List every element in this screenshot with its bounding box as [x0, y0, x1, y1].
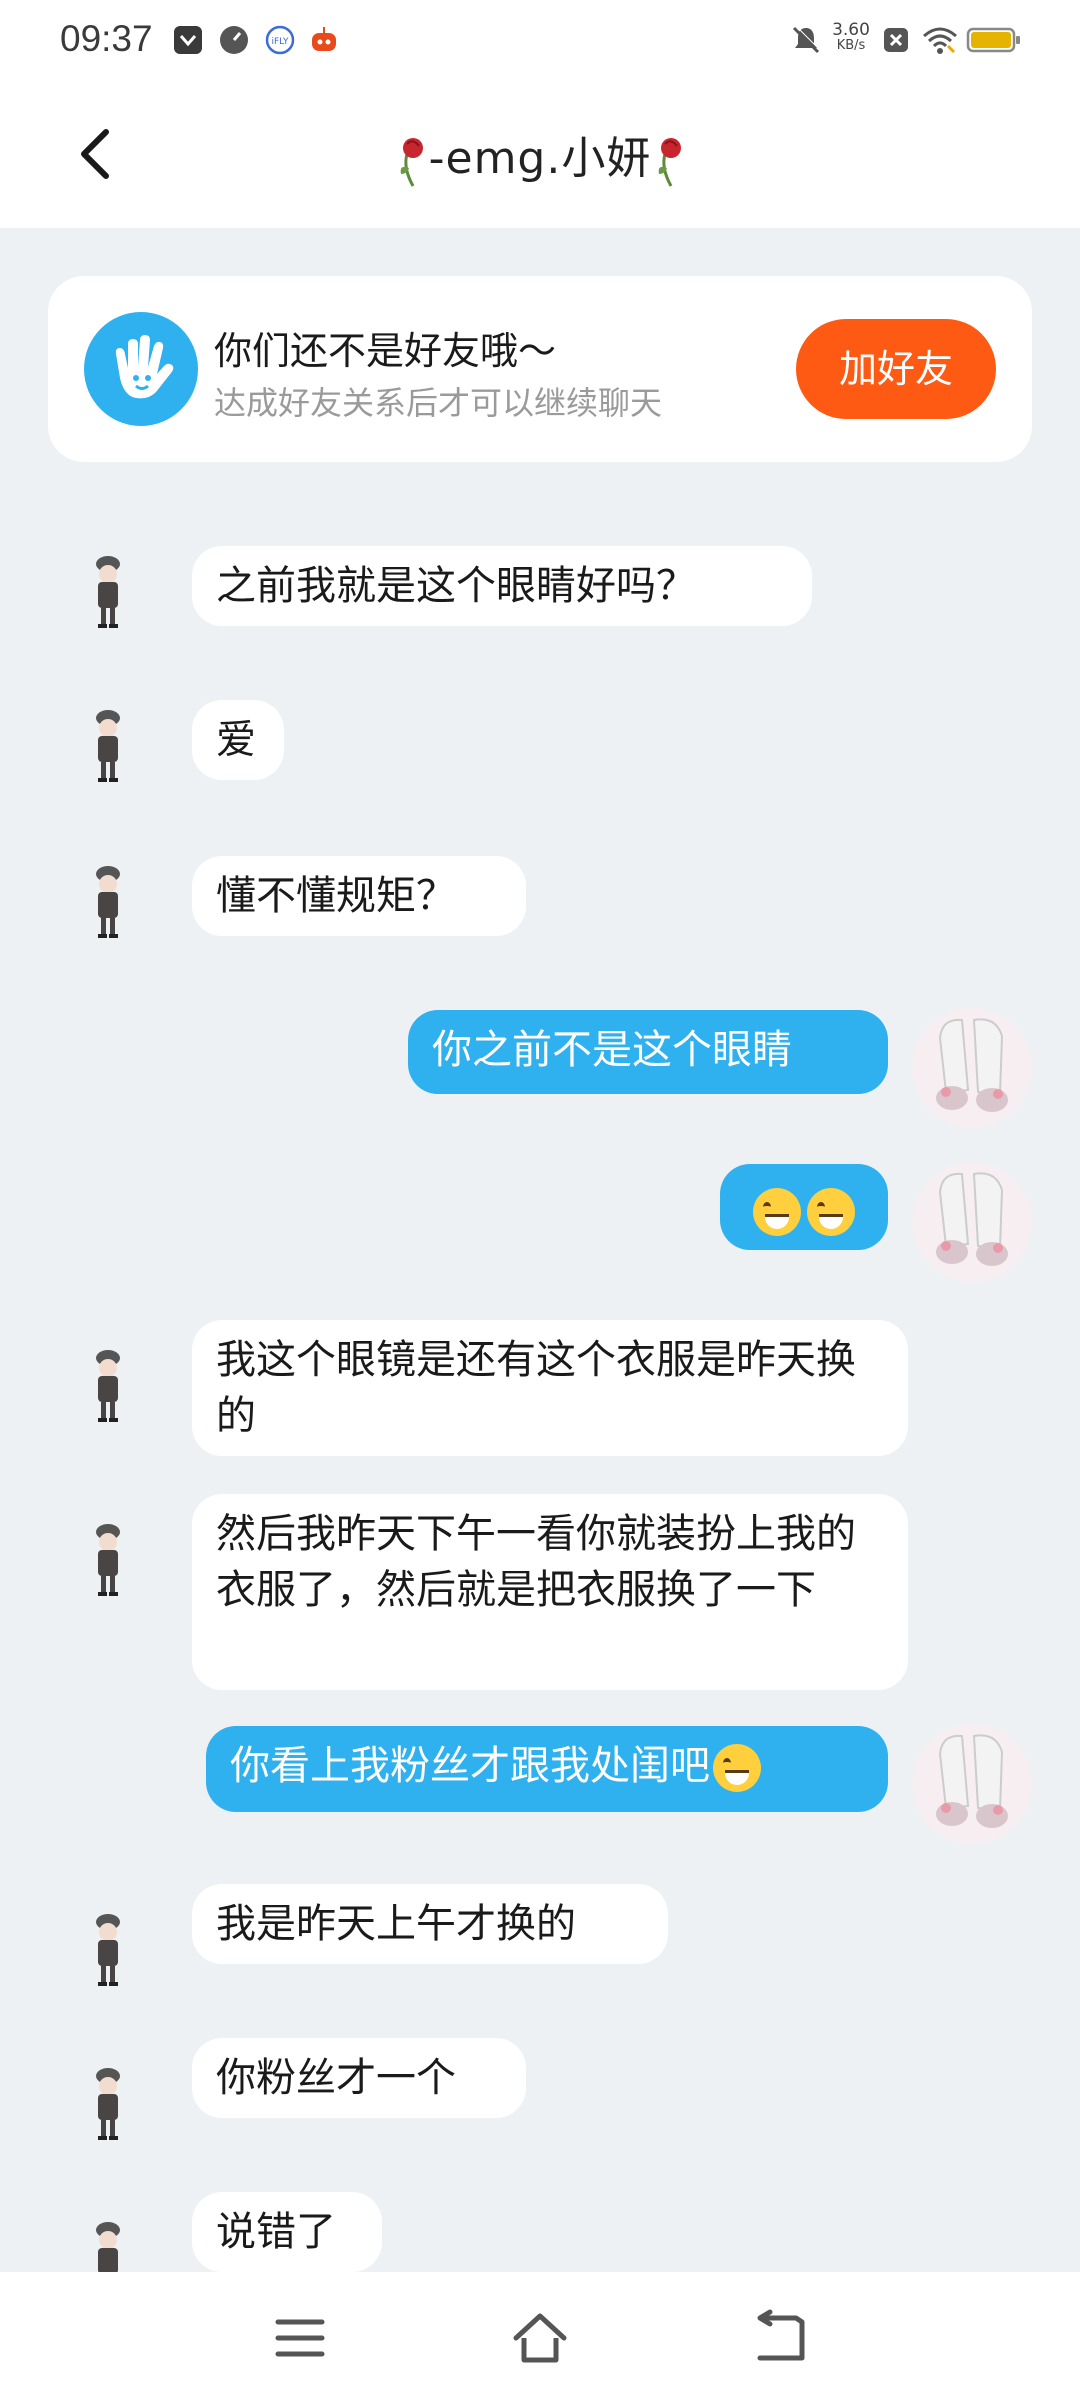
compass-icon — [220, 26, 248, 54]
message-row-incoming: 你粉丝才一个 — [0, 2038, 1080, 2148]
message-row-incoming: 我是昨天上午才换的 — [0, 1884, 1080, 1994]
chat-title-text: -emg.小妍 — [428, 133, 652, 184]
network-speed-unit: KB/s — [836, 38, 866, 53]
status-bar: 09:37 iFLY 3.60 KB/s — [0, 0, 1080, 80]
outgoing-bubble[interactable]: 你看上我粉丝才跟我处闺吧 — [206, 1726, 888, 1812]
grinning-sweat-emoji — [713, 1744, 761, 1792]
outgoing-emoji-bubble[interactable] — [720, 1164, 888, 1250]
network-speed-value: 3.60 — [832, 20, 870, 40]
wilted-rose-icon — [400, 138, 423, 187]
my-avatar[interactable] — [912, 1724, 1032, 1844]
grinning-sweat-emoji — [807, 1188, 855, 1236]
contact-avatar[interactable] — [62, 2210, 154, 2272]
incoming-bubble[interactable]: 我是昨天上午才换的 — [192, 1884, 668, 1964]
not-friend-banner: 你们还不是好友哦～ 达成好友关系后才可以继续聊天 加好友 — [48, 276, 1032, 462]
battery-icon — [966, 27, 1020, 53]
mute-icon — [792, 25, 821, 54]
network-speed: 3.60 KB/s — [830, 22, 872, 54]
add-friend-button[interactable]: 加好友 — [796, 319, 996, 419]
incoming-bubble[interactable]: 我这个眼镜是还有这个衣服是昨天换的 — [192, 1320, 908, 1456]
contact-avatar[interactable] — [62, 1512, 154, 1604]
message-row-outgoing: 你之前不是这个眼睛 — [0, 1008, 1080, 1130]
app-icon — [174, 26, 202, 54]
incoming-bubble[interactable]: 爱 — [192, 700, 284, 780]
contact-avatar[interactable] — [62, 1338, 154, 1430]
status-time: 09:37 — [60, 18, 153, 59]
menu-icon[interactable] — [270, 2308, 330, 2368]
wave-hand-icon — [84, 312, 198, 426]
message-row-incoming: 我这个眼镜是还有这个衣服是昨天换的 — [0, 1320, 1080, 1460]
banner-title: 你们还不是好友哦～ — [214, 329, 557, 373]
incoming-bubble[interactable]: 然后我昨天下午一看你就装扮上我的衣服了，然后就是把衣服换了一下 — [192, 1494, 908, 1690]
svg-text:iFLY: iFLY — [272, 37, 289, 47]
contact-avatar[interactable] — [62, 1902, 154, 1994]
message-row-outgoing — [0, 1162, 1080, 1284]
message-row-outgoing: 你看上我粉丝才跟我处闺吧 — [0, 1724, 1080, 1846]
wifi-icon — [923, 27, 957, 54]
my-avatar[interactable] — [912, 1008, 1032, 1128]
chat-title: -emg.小妍 — [0, 122, 1080, 188]
home-icon[interactable] — [510, 2308, 570, 2368]
outgoing-bubble[interactable]: 你之前不是这个眼睛 — [408, 1010, 888, 1094]
incoming-bubble[interactable]: 说错了 — [192, 2192, 382, 2272]
message-row-incoming: 之前我就是这个眼睛好吗？ — [0, 544, 1080, 636]
message-row-incoming: 懂不懂规矩？ — [0, 854, 1080, 946]
message-row-incoming: 然后我昨天下午一看你就装扮上我的衣服了，然后就是把衣服换了一下 — [0, 1494, 1080, 1690]
message-row-incoming: 爱 — [0, 698, 1080, 790]
contact-avatar[interactable] — [62, 854, 154, 946]
banner-subtitle: 达成好友关系后才可以继续聊天 — [214, 384, 663, 422]
contact-avatar[interactable] — [62, 2056, 154, 2148]
incoming-bubble[interactable]: 你粉丝才一个 — [192, 2038, 526, 2118]
bot-icon — [312, 27, 336, 51]
iflytek-icon: iFLY — [265, 25, 295, 55]
grinning-sweat-emoji — [753, 1188, 801, 1236]
contact-avatar[interactable] — [62, 698, 154, 790]
outgoing-bubble-text: 你看上我粉丝才跟我处闺吧 — [230, 1743, 710, 1789]
message-row-incoming: 说错了 — [0, 2192, 1080, 2272]
wilted-rose-icon — [659, 138, 682, 187]
top-bar: 09:37 iFLY 3.60 KB/s -emg.小妍 — [0, 0, 1080, 228]
close-box-icon — [884, 28, 908, 52]
my-avatar[interactable] — [912, 1162, 1032, 1282]
back-icon[interactable] — [750, 2308, 810, 2368]
contact-avatar[interactable] — [62, 544, 154, 636]
incoming-bubble[interactable]: 懂不懂规矩？ — [192, 856, 526, 936]
chat-header: -emg.小妍 — [0, 80, 1080, 228]
incoming-bubble[interactable]: 之前我就是这个眼睛好吗？ — [192, 546, 812, 626]
system-nav-bar — [0, 2272, 1080, 2400]
